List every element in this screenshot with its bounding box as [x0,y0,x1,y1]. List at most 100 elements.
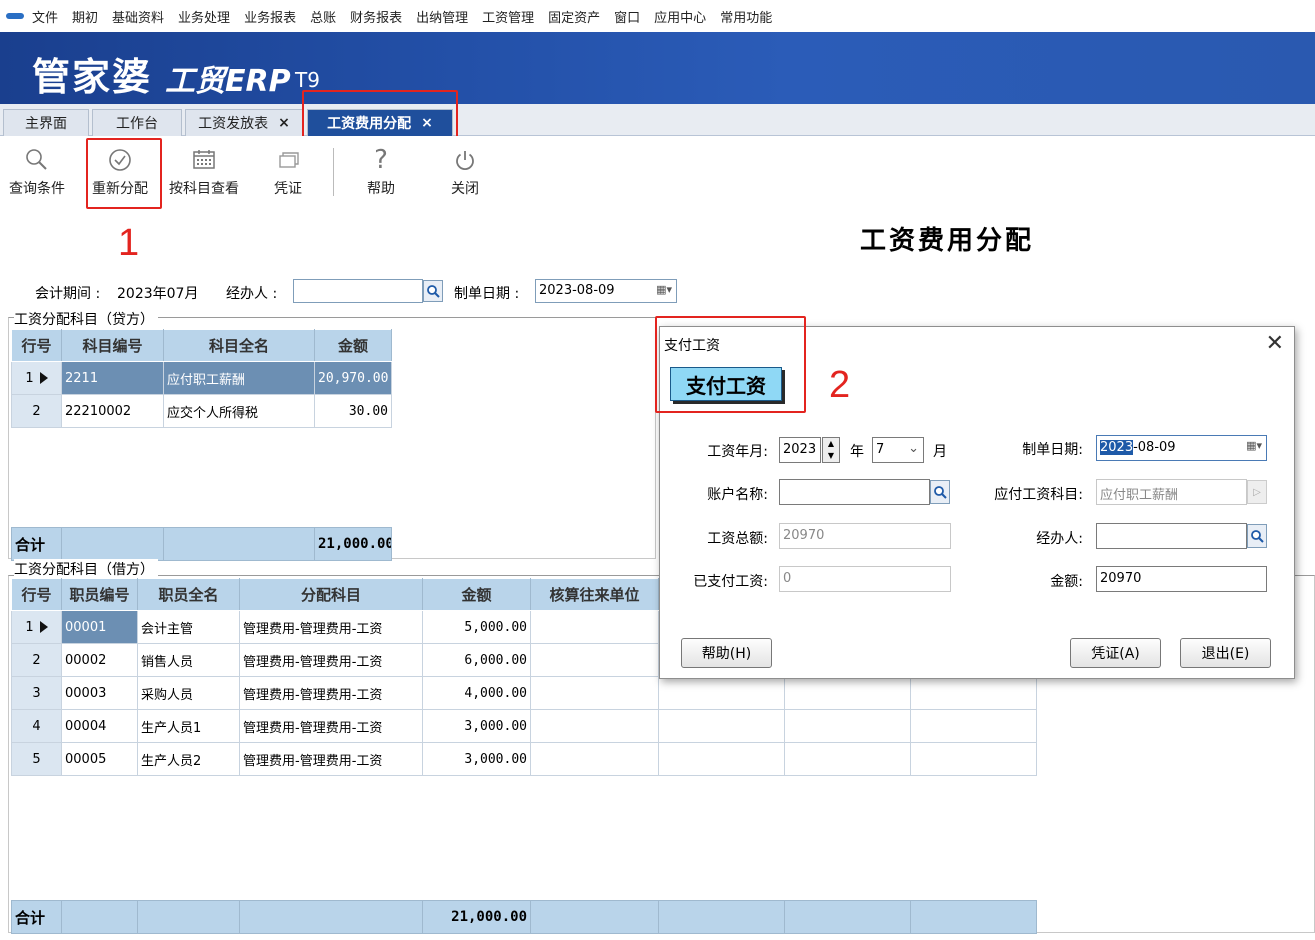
handler-input[interactable] [293,279,423,303]
partner-unit-cell[interactable] [530,676,659,710]
year-spinner[interactable]: ▲ ▼ [822,437,840,463]
amount-cell[interactable]: 20,970.00 [314,361,392,395]
subject-code-cell[interactable]: 2211 [61,361,164,395]
tab-payroll-sheet[interactable]: 工资发放表 × [185,109,303,136]
account-lookup-button[interactable] [930,480,950,504]
menu-business-reports[interactable]: 业务报表 [244,7,296,26]
credit-table: 行号 科目编号 科目全名 金额 1 2211 应付职工薪酬 20,970.00 … [11,329,392,428]
close-icon[interactable]: ✕ [1266,331,1284,356]
employee-name-cell[interactable]: 采购人员 [137,676,240,710]
extra-cell[interactable] [910,709,1037,743]
menu-basic-data[interactable]: 基础资料 [112,7,164,26]
table-row[interactable]: 4 00004 生产人员1 管理费用-管理费用-工资 3,000.00 [11,709,1037,743]
employee-name-cell[interactable]: 生产人员1 [137,709,240,743]
menu-fixed-assets[interactable]: 固定资产 [548,7,600,26]
subject-name-cell[interactable]: 应付职工薪酬 [163,361,315,395]
menu-opening[interactable]: 期初 [72,7,98,26]
column-header[interactable]: 行号 [11,329,62,362]
extra-cell[interactable] [910,742,1037,776]
tab-workbench[interactable]: 工作台 [92,109,182,136]
handler-lookup-button[interactable] [423,280,443,302]
calendar-dropdown-icon[interactable]: ▦▾ [1246,439,1262,452]
column-header[interactable]: 行号 [11,578,62,611]
dialog-handler-input[interactable] [1096,523,1247,549]
partner-unit-cell[interactable] [530,709,659,743]
chevron-down-icon: ⌄ [908,441,919,456]
allocation-subject-cell[interactable]: 管理费用-管理费用-工资 [239,610,423,644]
employee-code-cell[interactable]: 00003 [61,676,138,710]
partner-unit-cell[interactable] [530,610,659,644]
exit-dialog-button[interactable]: 退出(E) [1180,638,1271,668]
column-header[interactable]: 金额 [422,578,531,611]
amount-cell[interactable]: 3,000.00 [422,709,531,743]
calendar-dropdown-icon[interactable]: ▦▾ [656,283,672,296]
date-input[interactable]: 2023-08-09 ▦▾ [535,279,677,303]
partner-unit-cell[interactable] [530,643,659,677]
column-header[interactable]: 金额 [314,329,392,362]
subject-code-cell[interactable]: 22210002 [61,394,164,428]
table-row[interactable]: 5 00005 生产人员2 管理费用-管理费用-工资 3,000.00 [11,742,1037,776]
close-button[interactable]: 关闭 [425,146,505,198]
table-row[interactable]: 1 2211 应付职工薪酬 20,970.00 [11,361,392,395]
employee-code-cell[interactable]: 00004 [61,709,138,743]
employee-name-cell[interactable]: 会计主管 [137,610,240,644]
partner-unit-cell[interactable] [530,742,659,776]
column-header[interactable]: 职员全名 [137,578,240,611]
help-button[interactable]: ? 帮助 [341,145,421,198]
voucher-dialog-button[interactable]: 凭证(A) [1070,638,1161,668]
allocation-subject-cell[interactable]: 管理费用-管理费用-工资 [239,643,423,677]
amount-cell[interactable]: 4,000.00 [422,676,531,710]
subject-name-cell[interactable]: 应交个人所得税 [163,394,315,428]
extra-cell[interactable] [658,742,785,776]
menu-payroll[interactable]: 工资管理 [482,7,534,26]
menu-financial-reports[interactable]: 财务报表 [350,7,402,26]
column-header[interactable]: 分配科目 [239,578,423,611]
amount-cell[interactable]: 6,000.00 [422,643,531,677]
close-icon[interactable]: × [278,115,290,131]
tab-main[interactable]: 主界面 [3,109,89,136]
year-input[interactable]: 2023 [779,437,821,463]
voucher-date-input[interactable]: 2023-08-09 ▦▾ [1096,435,1267,461]
employee-code-cell[interactable]: 00002 [61,643,138,677]
table-row[interactable]: 3 00003 采购人员 管理费用-管理费用-工资 4,000.00 [11,676,1037,710]
view-by-subject-button[interactable]: 按科目查看 [164,146,244,198]
menu-common[interactable]: 常用功能 [720,7,772,26]
menu-window[interactable]: 窗口 [614,7,640,26]
account-name-input[interactable] [779,479,930,505]
table-row[interactable]: 2 22210002 应交个人所得税 30.00 [11,394,392,428]
employee-code-cell[interactable]: 00005 [61,742,138,776]
employee-code-cell[interactable]: 00001 [61,610,138,644]
help-dialog-button[interactable]: 帮助(H) [681,638,772,668]
extra-cell[interactable] [784,676,911,710]
menu-ledger[interactable]: 总账 [310,7,336,26]
amount-cell[interactable]: 3,000.00 [422,742,531,776]
allocation-subject-cell[interactable]: 管理费用-管理费用-工资 [239,742,423,776]
extra-cell[interactable] [784,742,911,776]
column-header[interactable]: 核算往来单位 [530,578,659,611]
allocation-subject-cell[interactable]: 管理费用-管理费用-工资 [239,676,423,710]
dialog-handler-lookup-button[interactable] [1247,524,1267,548]
app-menu-icon[interactable] [6,13,24,19]
amount-cell[interactable]: 5,000.00 [422,610,531,644]
extra-cell[interactable] [658,676,785,710]
amount-input[interactable]: 20970 [1096,566,1267,592]
menu-file[interactable]: 文件 [32,7,58,26]
menu-business[interactable]: 业务处理 [178,7,230,26]
column-header[interactable]: 职员编号 [61,578,138,611]
extra-cell[interactable] [658,709,785,743]
extra-cell[interactable] [784,709,911,743]
menu-cashier[interactable]: 出纳管理 [416,7,468,26]
column-header[interactable]: 科目编号 [61,329,164,362]
tab-label: 工作台 [116,116,158,132]
allocation-subject-cell[interactable]: 管理费用-管理费用-工资 [239,709,423,743]
extra-cell[interactable] [910,676,1037,710]
column-header[interactable]: 科目全名 [163,329,315,362]
amount-cell[interactable]: 30.00 [314,394,392,428]
query-conditions-button[interactable]: 查询条件 [0,146,77,198]
voucher-button[interactable]: 凭证 [248,146,328,198]
payable-subject-label: 应付工资科目: [994,487,1083,503]
menu-app-center[interactable]: 应用中心 [654,7,706,26]
employee-name-cell[interactable]: 生产人员2 [137,742,240,776]
employee-name-cell[interactable]: 销售人员 [137,643,240,677]
month-select[interactable]: 7 ⌄ [872,437,924,463]
